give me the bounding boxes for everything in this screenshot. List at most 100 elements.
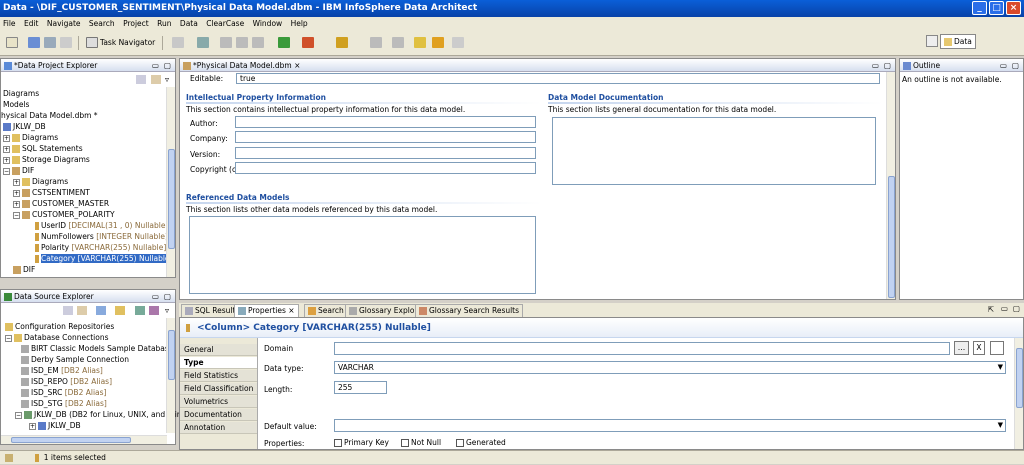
tab-documentation[interactable]: Documentation bbox=[180, 409, 257, 421]
tree-item[interactable]: − DIF bbox=[3, 166, 34, 176]
tab-annotation[interactable]: Annotation bbox=[180, 422, 257, 434]
task-navigator-label[interactable]: Task Navigator bbox=[100, 38, 155, 47]
expand-icon[interactable]: + bbox=[13, 200, 20, 208]
tree-item[interactable]: + Diagrams bbox=[13, 177, 68, 187]
menu-navigate[interactable]: Navigate bbox=[47, 19, 81, 28]
collapse-icon[interactable]: − bbox=[13, 211, 20, 219]
domain-icon[interactable] bbox=[990, 341, 1004, 355]
fast-view-icon[interactable] bbox=[5, 454, 13, 462]
collapse-icon[interactable]: − bbox=[3, 167, 10, 175]
back-icon[interactable] bbox=[432, 37, 444, 48]
expand-icon[interactable]: + bbox=[13, 189, 20, 197]
close-tab-icon[interactable]: × bbox=[294, 61, 300, 70]
minimize-button[interactable]: _ bbox=[972, 1, 987, 15]
close-button[interactable]: × bbox=[1006, 1, 1021, 15]
last-edit-icon[interactable] bbox=[414, 37, 426, 48]
menu-clearcase[interactable]: ClearCase bbox=[206, 19, 244, 28]
tree-item[interactable]: Configuration Repositories bbox=[5, 322, 114, 332]
tab-general[interactable]: General bbox=[180, 344, 257, 356]
checkbox-icon[interactable] bbox=[334, 439, 342, 447]
default-value-select[interactable]: ▼ bbox=[334, 419, 1006, 432]
collapse-icon[interactable]: − bbox=[15, 411, 22, 419]
tree-item[interactable]: DIF bbox=[13, 265, 35, 275]
browse-domain-button[interactable]: … bbox=[954, 341, 969, 355]
version-field[interactable] bbox=[235, 147, 536, 159]
menu-search[interactable]: Search bbox=[89, 19, 115, 28]
minimize-view-icon[interactable]: ▭ bbox=[1000, 59, 1007, 72]
project-explorer-title[interactable]: *Data Project Explorer bbox=[14, 61, 97, 70]
primary-key-checkbox[interactable]: Primary Key bbox=[334, 438, 389, 447]
menu-run[interactable]: Run bbox=[157, 19, 171, 28]
collapse-all-icon[interactable] bbox=[63, 306, 73, 315]
chevron-down-icon[interactable]: ▼ bbox=[998, 421, 1003, 429]
tab-field-statistics[interactable]: Field Statistics bbox=[180, 370, 257, 382]
tree-item[interactable]: hysical Data Model.dbm * bbox=[1, 111, 98, 121]
collapse-all-icon[interactable] bbox=[136, 75, 146, 84]
tree-item[interactable]: UserID [DECIMAL(31 , 0) Nullable] bbox=[35, 221, 168, 231]
maximize-view-icon[interactable]: ▢ bbox=[1013, 304, 1020, 313]
link-icon[interactable] bbox=[77, 306, 87, 315]
maximize-button[interactable]: □ bbox=[989, 1, 1004, 15]
tab-search[interactable]: Search bbox=[304, 304, 348, 317]
menu-help[interactable]: Help bbox=[291, 19, 308, 28]
new-connection-icon[interactable] bbox=[96, 306, 106, 315]
tree-item[interactable]: BIRT Classic Models Sample Database bbox=[21, 344, 173, 354]
maximize-view-icon[interactable]: ▢ bbox=[884, 59, 891, 72]
tree-item[interactable]: − CUSTOMER_POLARITY bbox=[13, 210, 115, 220]
minimize-view-icon[interactable]: ▭ bbox=[152, 59, 159, 72]
import-icon[interactable] bbox=[135, 306, 145, 315]
tree-item[interactable]: Derby Sample Connection bbox=[21, 355, 129, 365]
editable-field[interactable]: true bbox=[236, 73, 880, 84]
tab-properties[interactable]: Properties × bbox=[234, 304, 299, 317]
new-icon[interactable] bbox=[6, 37, 18, 48]
documentation-field[interactable] bbox=[552, 117, 876, 185]
checkbox-icon[interactable] bbox=[401, 439, 409, 447]
tree-item[interactable]: + Diagrams bbox=[3, 133, 58, 143]
print-icon[interactable] bbox=[60, 37, 72, 48]
properties-scrollbar[interactable] bbox=[1014, 338, 1023, 449]
link-editor-icon[interactable] bbox=[151, 75, 161, 84]
horizontal-scrollbar[interactable] bbox=[1, 435, 167, 444]
clear-domain-button[interactable]: X bbox=[973, 341, 985, 355]
tree-item-selected[interactable]: Category [VARCHAR(255) Nullable] bbox=[35, 254, 173, 264]
tree-item[interactable]: Models bbox=[3, 100, 29, 110]
collapse-icon[interactable]: − bbox=[5, 334, 12, 342]
tab-glossary-search-results[interactable]: Glossary Search Results bbox=[415, 304, 524, 317]
pin-view-icon[interactable]: ⇱ bbox=[988, 305, 994, 314]
menu-data[interactable]: Data bbox=[180, 19, 198, 28]
ip-section-title[interactable]: Intellectual Property Information bbox=[186, 93, 542, 102]
expand-icon[interactable]: + bbox=[29, 422, 36, 430]
vertical-scrollbar[interactable] bbox=[166, 87, 175, 277]
source-explorer-title[interactable]: Data Source Explorer bbox=[14, 292, 94, 301]
tab-field-classification[interactable]: Field Classification bbox=[180, 383, 257, 395]
author-field[interactable] bbox=[235, 116, 536, 128]
datatype-select[interactable]: VARCHAR ▼ bbox=[334, 361, 1006, 374]
open-perspective-icon[interactable] bbox=[926, 35, 938, 47]
expand-icon[interactable]: + bbox=[3, 134, 10, 142]
not-null-checkbox[interactable]: Not Null bbox=[401, 438, 441, 447]
save-all-icon[interactable] bbox=[44, 37, 56, 48]
menu-edit[interactable]: Edit bbox=[24, 19, 39, 28]
debug-icon[interactable] bbox=[172, 37, 184, 48]
export-icon[interactable] bbox=[149, 306, 159, 315]
referenced-models-list[interactable] bbox=[189, 216, 536, 294]
tree-item[interactable]: ISD_SRC [DB2 Alias] bbox=[21, 388, 106, 398]
minimize-view-icon[interactable]: ▭ bbox=[872, 59, 879, 72]
copyright-field[interactable] bbox=[235, 162, 536, 174]
tab-volumetrics[interactable]: Volumetrics bbox=[180, 396, 257, 408]
vertical-scrollbar[interactable] bbox=[166, 318, 175, 433]
task-navigator-icon[interactable] bbox=[86, 37, 98, 48]
perspective-data-button[interactable]: Data bbox=[940, 34, 976, 49]
chevron-down-icon[interactable]: ▼ bbox=[998, 362, 1003, 373]
editor-scrollbar[interactable] bbox=[886, 72, 895, 299]
save-icon[interactable] bbox=[28, 37, 40, 48]
tree-item[interactable]: ISD_REPO [DB2 Alias] bbox=[21, 377, 112, 387]
checkbox-icon[interactable] bbox=[456, 439, 464, 447]
tree-item[interactable]: + CUSTOMER_MASTER bbox=[13, 199, 109, 209]
tree-item[interactable]: ISD_STG [DB2 Alias] bbox=[21, 399, 107, 409]
tree-item[interactable]: Polarity [VARCHAR(255) Nullable] bbox=[35, 243, 166, 253]
doc-section-title[interactable]: Data Model Documentation bbox=[548, 93, 883, 102]
run-icon[interactable] bbox=[278, 37, 290, 48]
tree-item[interactable]: − JKLW_DB (DB2 for Linux, UNIX, and Wir bbox=[15, 410, 180, 420]
menu-project[interactable]: Project bbox=[123, 19, 149, 28]
